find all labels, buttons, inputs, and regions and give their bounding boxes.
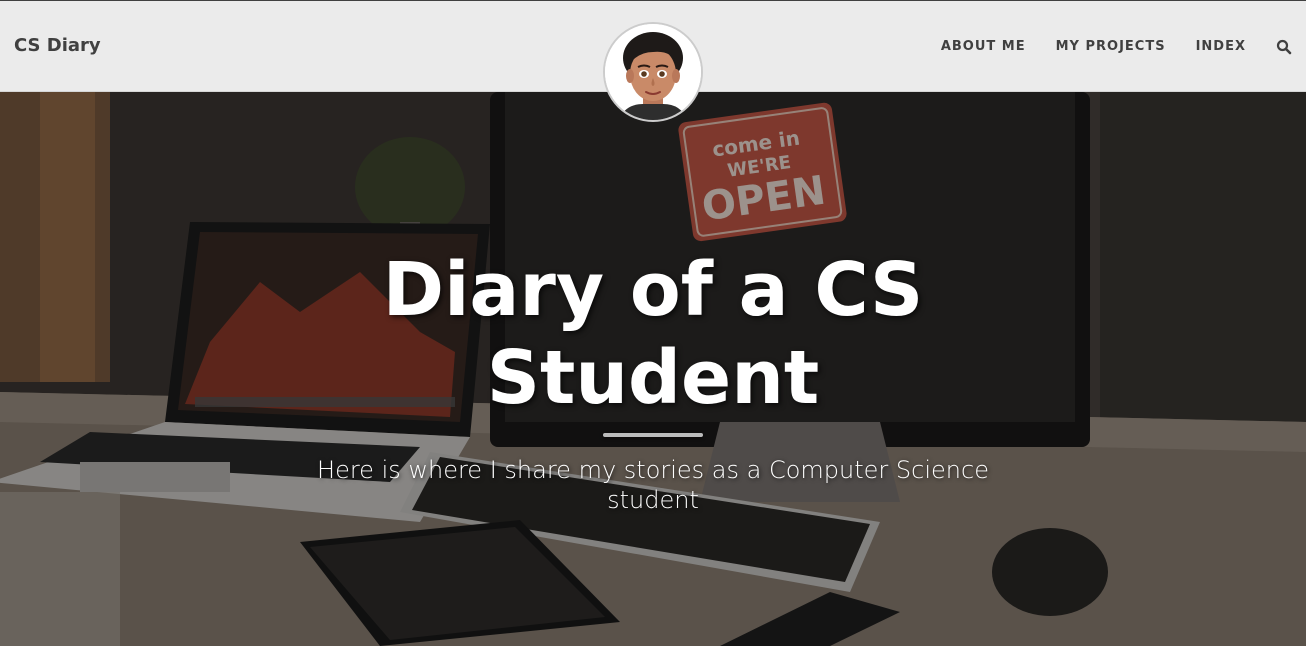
page-title-line-2: Student [486,335,820,421]
page-title: Diary of a CS Student [0,246,1306,422]
hero-divider [603,433,703,437]
nav-link-about-me[interactable]: ABOUT ME [941,39,1026,55]
page-title-line-1: Diary of a CS [382,247,924,333]
avatar-icon [605,24,701,120]
hero-header: come in WE'RE OPEN Diary of a CS Student [0,92,1306,646]
page-subtitle: Here is where I share my stories as a Co… [317,456,989,514]
avatar[interactable] [603,22,703,122]
brand-link[interactable]: CS Diary [14,35,101,56]
nav-links: ABOUT ME MY PROJECTS INDEX [911,39,1292,55]
nav-link-index[interactable]: INDEX [1196,39,1246,55]
search-icon[interactable] [1276,39,1292,55]
nav-link-my-projects[interactable]: MY PROJECTS [1056,39,1166,55]
